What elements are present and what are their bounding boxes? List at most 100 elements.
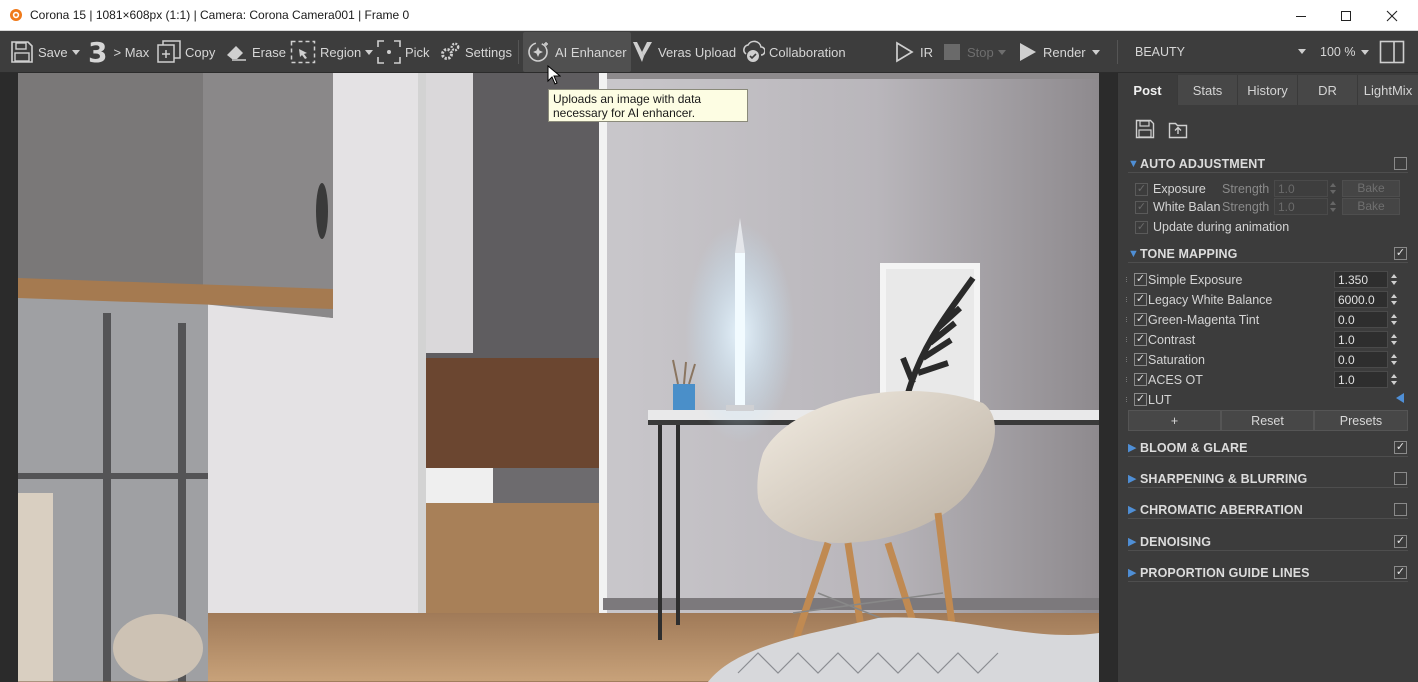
erase-button[interactable]: Erase: [224, 31, 286, 73]
render-pass-select[interactable]: BEAUTY: [1127, 31, 1312, 73]
denoising-toggle[interactable]: [1394, 535, 1407, 548]
auto-white-balance-checkbox[interactable]: [1135, 201, 1148, 214]
stop-icon: [944, 44, 960, 60]
region-button[interactable]: Region: [290, 31, 374, 73]
render-button[interactable]: Render: [1019, 31, 1100, 73]
auto-exposure-strength-input[interactable]: 1.0: [1274, 180, 1328, 197]
toggle-panel-button[interactable]: [1379, 31, 1405, 73]
max-button[interactable]: 3 > Max: [88, 31, 149, 73]
spinner-icon[interactable]: [1389, 311, 1400, 328]
section-proportion-guide-lines[interactable]: ▶ PROPORTION GUIDE LINES: [1128, 564, 1408, 582]
minimize-icon: [1296, 15, 1306, 17]
window-title: Corona 15 | 1081×608px (1:1) | Camera: C…: [30, 8, 410, 22]
ir-label: IR: [920, 44, 933, 60]
drag-handle-icon[interactable]: [1126, 337, 1129, 342]
render-viewport[interactable]: [0, 73, 1117, 682]
tone-row: LUT: [1118, 390, 1418, 410]
ai-enhancer-button[interactable]: AI Enhancer: [523, 32, 631, 72]
sharpening-blurring-toggle[interactable]: [1394, 472, 1407, 485]
expand-left-icon[interactable]: [1396, 393, 1404, 403]
lut-checkbox[interactable]: [1134, 393, 1147, 406]
close-button[interactable]: [1369, 0, 1415, 31]
ai-enhancer-tooltip: Uploads an image with data necessary for…: [548, 89, 748, 122]
drag-handle-icon[interactable]: [1126, 277, 1129, 282]
white-balance-input[interactable]: 6000.0: [1334, 291, 1388, 308]
chevron-down-icon: [1091, 49, 1100, 55]
section-denoising[interactable]: ▶ DENOISING: [1128, 533, 1408, 551]
chromatic-aberration-toggle[interactable]: [1394, 503, 1407, 516]
collaboration-button[interactable]: Collaboration: [741, 31, 846, 73]
tab-stats[interactable]: Stats: [1178, 75, 1238, 105]
section-sharpening-blurring[interactable]: ▶ SHARPENING & BLURRING: [1128, 470, 1408, 488]
zoom-value: 100 %: [1320, 45, 1356, 59]
tab-post[interactable]: Post: [1118, 75, 1178, 105]
tab-history[interactable]: History: [1238, 75, 1298, 105]
white-balance-checkbox[interactable]: [1134, 293, 1147, 306]
saturation-checkbox[interactable]: [1134, 353, 1147, 366]
zoom-select[interactable]: 100 %: [1320, 31, 1370, 73]
drag-handle-icon[interactable]: [1126, 397, 1129, 402]
auto-adjustment-toggle[interactable]: [1394, 157, 1407, 170]
ai-enhancer-label: AI Enhancer: [555, 44, 627, 60]
auto-white-balance-strength-input[interactable]: 1.0: [1274, 198, 1328, 215]
erase-label: Erase: [252, 44, 286, 60]
section-tone-mapping[interactable]: ▼ TONE MAPPING: [1128, 245, 1408, 263]
chevron-down-icon: [365, 49, 374, 55]
render-label: Render: [1043, 44, 1086, 60]
bake-white-balance-button[interactable]: Bake: [1342, 198, 1400, 215]
contrast-input[interactable]: 1.0: [1334, 331, 1388, 348]
tab-dr[interactable]: DR: [1298, 75, 1358, 105]
spinner-icon[interactable]: [1328, 198, 1339, 215]
bake-exposure-button[interactable]: Bake: [1342, 180, 1400, 197]
veras-upload-button[interactable]: Veras Upload: [632, 31, 736, 73]
tint-input[interactable]: 0.0: [1334, 311, 1388, 328]
minimize-button[interactable]: [1278, 0, 1324, 31]
post-panel: Post Stats History DR LightMix ▼ AUTO AD…: [1117, 73, 1418, 682]
aces-ot-input[interactable]: 1.0: [1334, 371, 1388, 388]
tone-mapping-toggle[interactable]: [1394, 247, 1407, 260]
mouse-cursor-icon: [547, 65, 561, 85]
spinner-icon[interactable]: [1389, 271, 1400, 288]
spinner-icon[interactable]: [1328, 180, 1339, 197]
save-button[interactable]: Save: [10, 31, 80, 73]
update-animation-checkbox[interactable]: [1135, 221, 1148, 234]
section-chromatic-aberration[interactable]: ▶ CHROMATIC ABERRATION: [1128, 501, 1408, 519]
section-bloom-glare[interactable]: ▶ BLOOM & GLARE: [1128, 439, 1408, 457]
simple-exposure-input[interactable]: 1.350: [1334, 271, 1388, 288]
saturation-input[interactable]: 0.0: [1334, 351, 1388, 368]
presets-button[interactable]: Presets: [1314, 410, 1408, 431]
stop-button[interactable]: Stop: [943, 31, 1006, 73]
drag-handle-icon[interactable]: [1126, 297, 1129, 302]
save-preset-icon[interactable]: [1135, 119, 1155, 139]
collaboration-label: Collaboration: [769, 44, 846, 60]
spinner-icon[interactable]: [1389, 331, 1400, 348]
copy-button[interactable]: Copy: [157, 31, 215, 73]
contrast-checkbox[interactable]: [1134, 333, 1147, 346]
section-title: PROPORTION GUIDE LINES: [1140, 565, 1310, 580]
drag-handle-icon[interactable]: [1126, 317, 1129, 322]
spinner-icon[interactable]: [1389, 351, 1400, 368]
tint-checkbox[interactable]: [1134, 313, 1147, 326]
pick-button[interactable]: Pick: [377, 31, 430, 73]
expand-triangle-icon: ▶: [1128, 567, 1137, 579]
auto-exposure-checkbox[interactable]: [1135, 183, 1148, 196]
reset-button[interactable]: Reset: [1221, 410, 1314, 431]
proportion-guide-lines-toggle[interactable]: [1394, 566, 1407, 579]
tab-lightmix[interactable]: LightMix: [1358, 75, 1418, 105]
drag-handle-icon[interactable]: [1126, 357, 1129, 362]
simple-exposure-checkbox[interactable]: [1134, 273, 1147, 286]
toolbar-divider: [1117, 40, 1118, 64]
maximize-button[interactable]: [1323, 0, 1369, 31]
load-preset-icon[interactable]: [1168, 119, 1188, 139]
interactive-render-button[interactable]: IR: [894, 31, 933, 73]
maximize-icon: [1341, 10, 1351, 21]
aces-ot-checkbox[interactable]: [1134, 373, 1147, 386]
drag-handle-icon[interactable]: [1126, 377, 1129, 382]
bloom-glare-toggle[interactable]: [1394, 441, 1407, 454]
spinner-icon[interactable]: [1389, 371, 1400, 388]
spinner-icon[interactable]: [1389, 291, 1400, 308]
settings-button[interactable]: Settings: [439, 31, 512, 73]
white-balance-label: Legacy White Balance: [1148, 293, 1273, 307]
add-operator-button[interactable]: +: [1128, 410, 1221, 431]
section-auto-adjustment[interactable]: ▼ AUTO ADJUSTMENT: [1128, 155, 1408, 173]
